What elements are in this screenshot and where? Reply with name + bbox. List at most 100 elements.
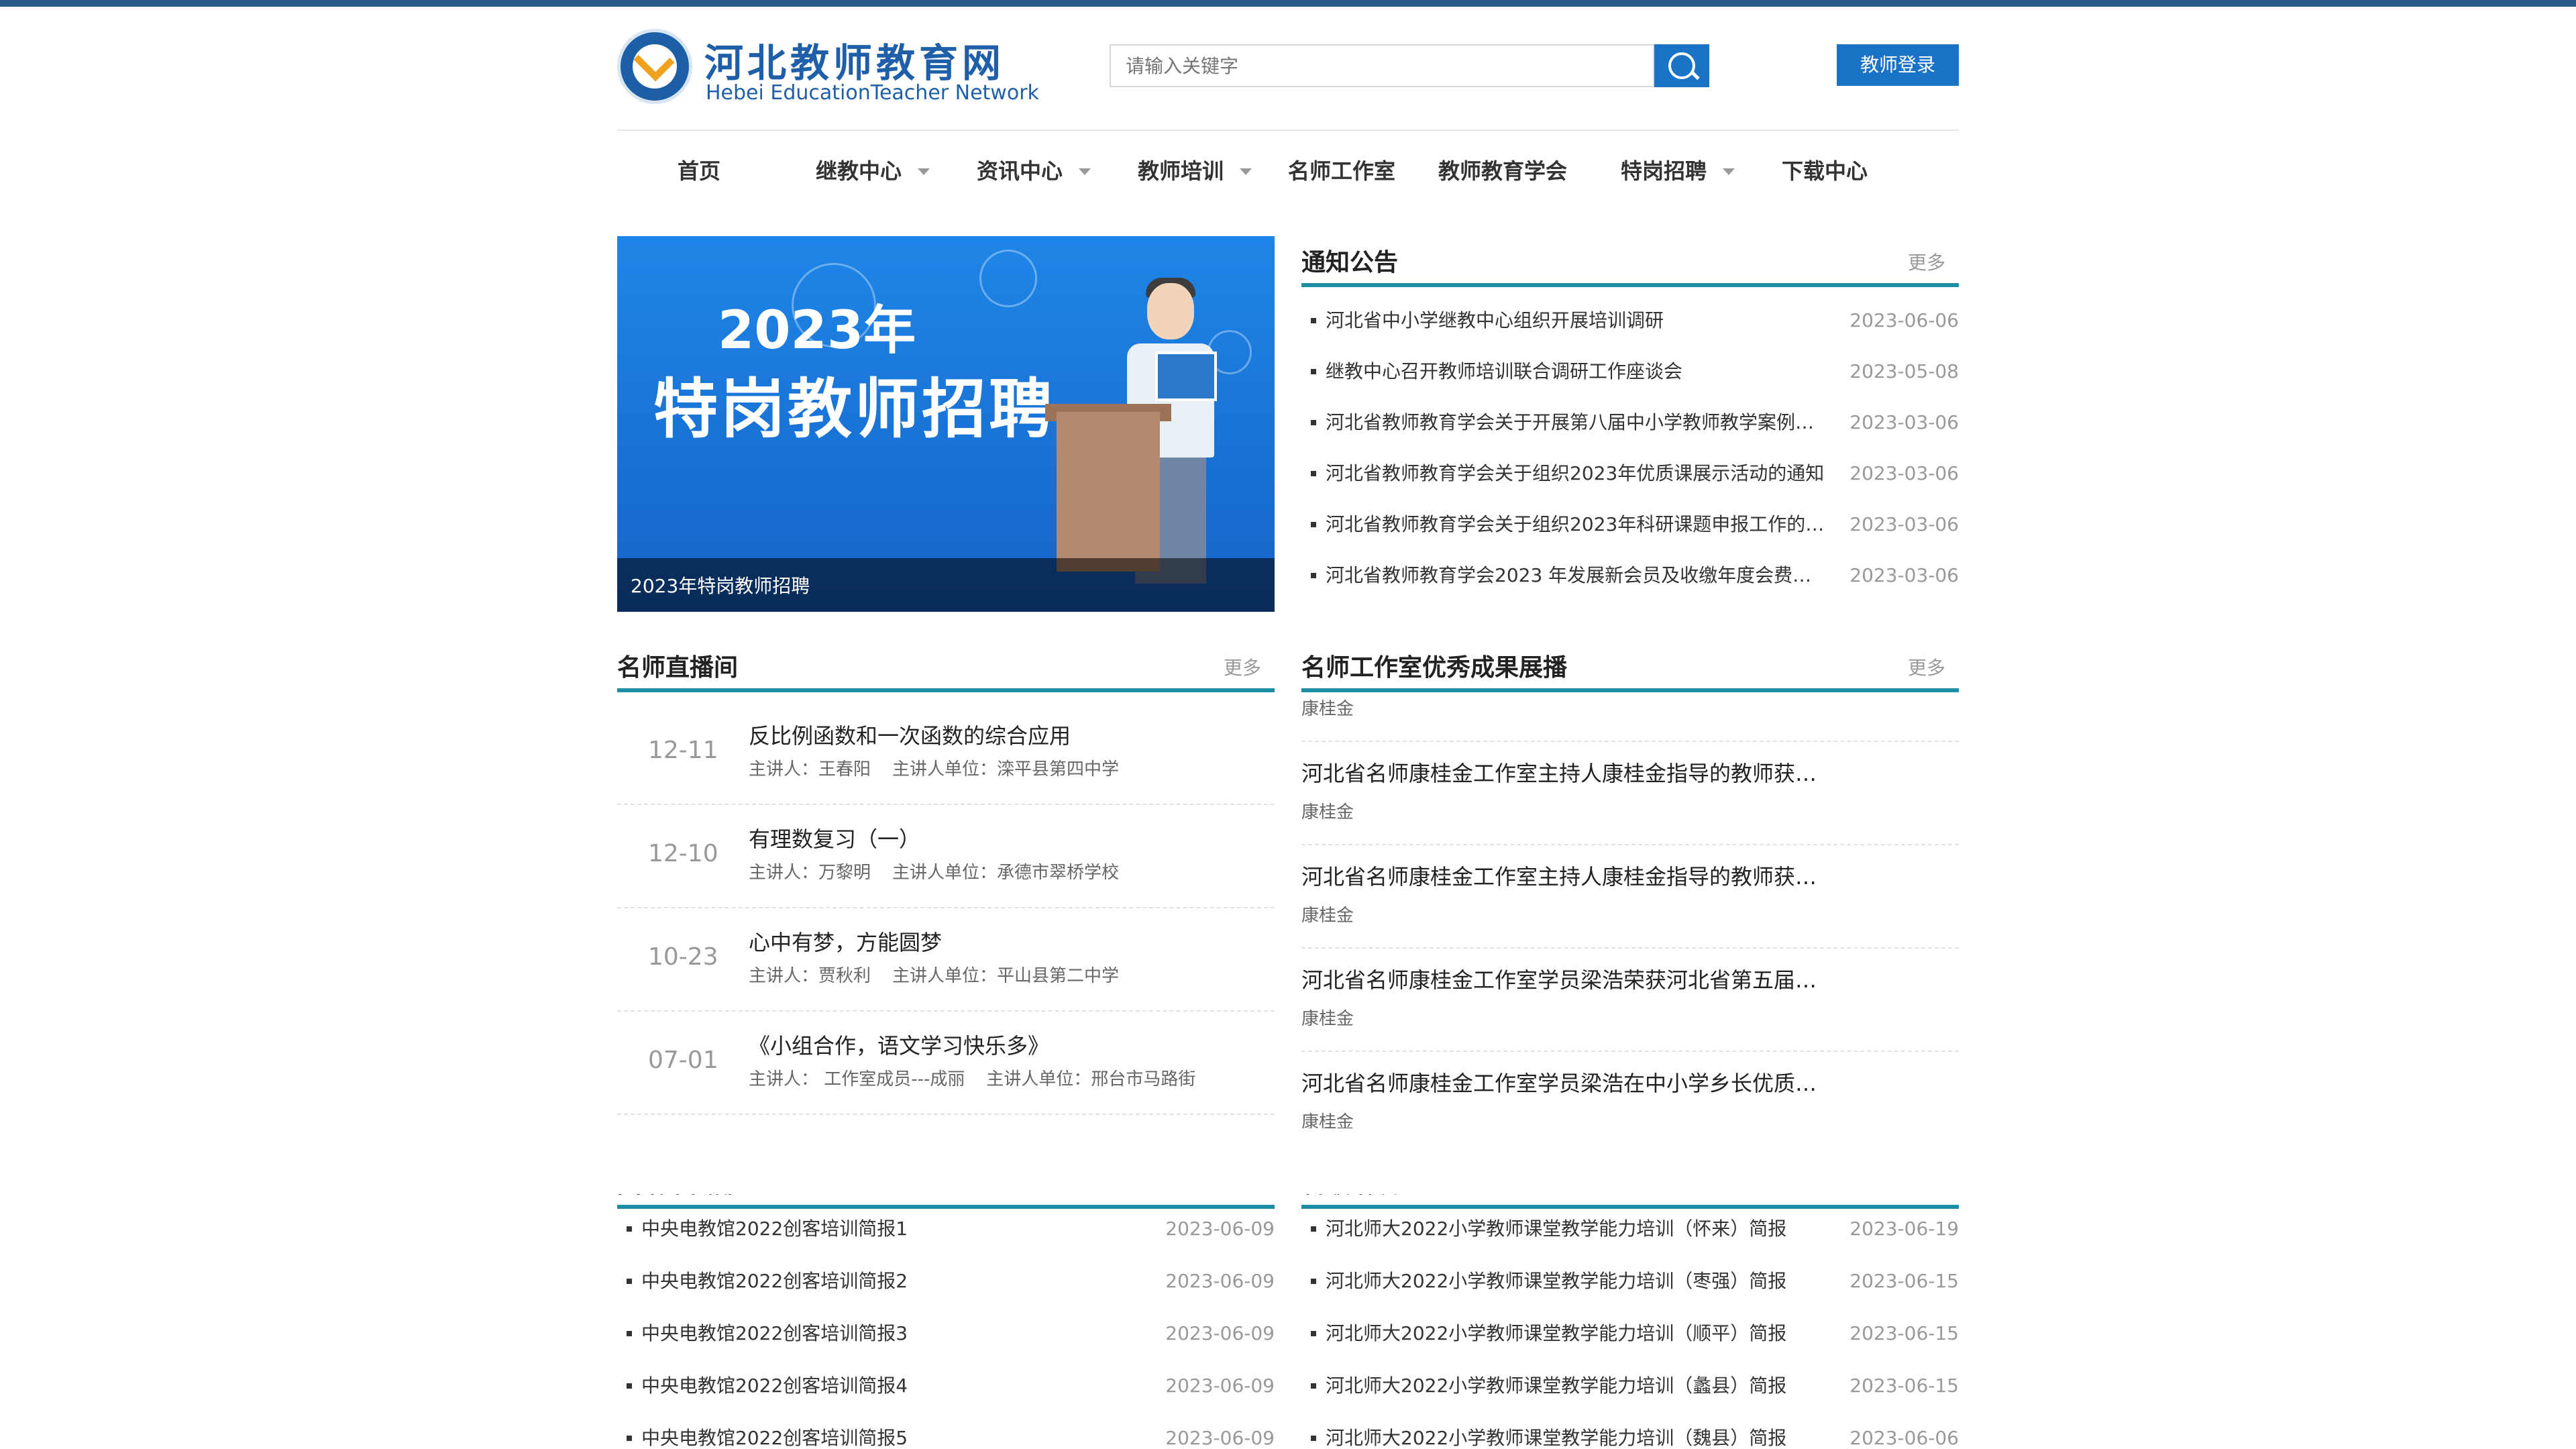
live-item[interactable]: 10-23 心中有梦，方能圆梦 主讲人：贾秋利 主讲人单位：平山县第二中学	[617, 907, 1275, 1012]
list-item[interactable]: 河北省名师康桂金工作室学员梁浩荣获河北省第五届… 康桂金	[1301, 947, 1959, 1052]
live-more-link[interactable]: 更多	[1224, 653, 1261, 680]
national-row[interactable]: 中央电教馆2022创客培训简报5 2023-06-09	[617, 1413, 1275, 1449]
notice-row[interactable]: 河北省中小学继教中心组织开展培训调研 2023-06-06	[1301, 295, 1959, 346]
search-box	[1110, 44, 1709, 87]
list-item[interactable]: 河北省名师康桂金工作室主持人康桂金指导的教师获… 康桂金	[1301, 741, 1959, 845]
bullet-icon	[627, 1226, 632, 1232]
list-item-title[interactable]: 河北省教师教育学会关于开展第八届中小学教师教学案例…	[1326, 397, 1829, 448]
book-icon	[1155, 352, 1217, 401]
live-item-unit: 主讲人单位：邢台市马路街	[986, 1069, 1196, 1089]
live-item-title[interactable]: 有理数复习（一）	[749, 822, 920, 853]
national-row[interactable]: 中央电教馆2022创客培训简报4 2023-06-09	[617, 1360, 1275, 1411]
list-item-title[interactable]: 继教中心召开教师培训联合调研工作座谈会	[1326, 346, 1829, 397]
list-item-title[interactable]: 中央电教馆2022创客培训简报2	[641, 1256, 1111, 1307]
podium-illustration	[1057, 412, 1160, 572]
notice-row[interactable]: 河北省教师教育学会关于开展第八届中小学教师教学案例… 2023-03-06	[1301, 397, 1959, 448]
list-item-date: 2023-06-09	[1165, 1218, 1275, 1240]
list-item-title[interactable]: 河北师大2022小学教师课堂教学能力培训（枣强）简报	[1326, 1256, 1835, 1307]
list-item-date: 2023-03-06	[1849, 513, 1959, 535]
national-row[interactable]: 中央电教馆2022创客培训简报1 2023-06-09	[617, 1203, 1275, 1254]
live-item[interactable]: 07-01 《小组合作，语文学习快乐多》 主讲人： 工作室成员---成丽 主讲人单位：…	[617, 1010, 1275, 1115]
nav-item-downloads[interactable]: 下载中心	[1782, 131, 1868, 211]
bullet-icon	[1311, 1383, 1316, 1389]
live-item-unit: 主讲人单位：滦平县第四中学	[892, 759, 1120, 780]
nav-item-teacher-training[interactable]: 教师培训	[1138, 131, 1224, 211]
nav-item-continuing-education[interactable]: 继教中心	[816, 131, 902, 211]
site-logo[interactable]: 河北教师教育网 Hebei EducationTeacher Network	[617, 29, 1046, 113]
notices-more-link[interactable]: 更多	[1908, 248, 1945, 275]
live-item[interactable]: 12-10 有理数复习（一） 主讲人：万黎明 主讲人单位：承德市翠桥学校	[617, 804, 1275, 908]
achievement-author: 康桂金	[1301, 802, 1354, 822]
banner-slide[interactable]: 2023年 特岗教师招聘 2023年特岗教师招聘	[617, 236, 1275, 612]
national-row[interactable]: 中央电教馆2022创客培训简报2 2023-06-09	[617, 1256, 1275, 1307]
list-item[interactable]: 河北省名师康桂金工作室学员梁浩在中小学乡长优质… 康桂金	[1301, 1051, 1959, 1128]
list-item-date: 2023-06-09	[1165, 1375, 1275, 1397]
national-more-link[interactable]: 更多	[1224, 1194, 1261, 1197]
achievement-title[interactable]: 河北省名师康桂金工作室学员梁浩荣获河北省第五届…	[1301, 963, 1838, 994]
bullet-icon	[627, 1331, 632, 1336]
banner-year: 2023年	[718, 301, 916, 361]
provincial-more-link[interactable]: 更多	[1908, 1194, 1945, 1197]
teacher-login-button[interactable]: 教师登录	[1837, 44, 1959, 86]
list-item-title[interactable]: 河北省教师教育学会关于组织2023年科研课题申报工作的…	[1326, 499, 1829, 550]
provincial-row[interactable]: 河北师大2022小学教师课堂教学能力培训（蠡县）简报 2023-06-15	[1301, 1360, 1959, 1411]
achievement-title[interactable]: 河北省名师康桂金工作室主持人康桂金指导的教师获…	[1301, 757, 1838, 788]
national-row[interactable]: 中央电教馆2022创客培训简报3 2023-06-09	[617, 1308, 1275, 1359]
bullet-icon	[1311, 1226, 1316, 1232]
list-item-date: 2023-03-06	[1849, 564, 1959, 586]
nav-item-master-studio[interactable]: 名师工作室	[1288, 131, 1395, 211]
list-item-date: 2023-06-15	[1849, 1375, 1959, 1397]
provincial-row[interactable]: 河北师大2022小学教师课堂教学能力培训（怀来）简报 2023-06-19	[1301, 1203, 1959, 1254]
list-item-title[interactable]: 河北师大2022小学教师课堂教学能力培训（蠡县）简报	[1326, 1360, 1835, 1411]
nav-item-special-recruitment[interactable]: 特岗招聘	[1621, 131, 1707, 211]
header: 河北教师教育网 Hebei EducationTeacher Network 教…	[617, 7, 1959, 131]
list-item-date: 2023-06-09	[1165, 1427, 1275, 1449]
achievement-title[interactable]: 河北省名师康桂金工作室主持人康桂金指导的教师获…	[1301, 860, 1838, 891]
main-nav: 首页 继教中心 资讯中心 教师培训 名师工作室 教师教育学会 特岗招聘 下载中心	[617, 129, 1959, 211]
notice-row[interactable]: 继教中心召开教师培训联合调研工作座谈会 2023-05-08	[1301, 346, 1959, 397]
provincial-row[interactable]: 河北师大2022小学教师课堂教学能力培训（魏县）简报 2023-06-06	[1301, 1413, 1959, 1449]
list-item-title[interactable]: 河北师大2022小学教师课堂教学能力培训（怀来）简报	[1326, 1203, 1835, 1254]
list-item-title[interactable]: 河北省教师教育学会关于组织2023年优质课展示活动的通知	[1326, 448, 1829, 499]
list-item-title[interactable]: 河北省教师教育学会2023 年发展新会员及收缴年度会费…	[1326, 550, 1829, 601]
bullet-icon	[627, 1436, 632, 1441]
live-item-date: 12-10	[648, 840, 718, 867]
bullet-icon	[1311, 1436, 1316, 1441]
achievement-title[interactable]: 河北省名师康桂金工作室学员梁浩在中小学乡长优质…	[1301, 1067, 1838, 1097]
live-item-date: 12-11	[648, 737, 718, 764]
list-item-title[interactable]: 中央电教馆2022创客培训简报4	[641, 1360, 1111, 1411]
banner-title: 特岗教师招聘	[653, 372, 1056, 447]
list-item[interactable]: 河北省名师康桂金工作室主持人康桂金指导的教师获… 康桂金	[1301, 844, 1959, 949]
notice-row[interactable]: 河北省教师教育学会关于组织2023年优质课展示活动的通知 2023-03-06	[1301, 448, 1959, 499]
banner-caption[interactable]: 2023年特岗教师招聘	[631, 572, 810, 598]
list-item[interactable]: 康桂金	[1301, 691, 1959, 742]
list-item-title[interactable]: 河北师大2022小学教师课堂教学能力培训（顺平）简报	[1326, 1308, 1835, 1359]
banner-decoration	[979, 250, 1037, 307]
list-item-title[interactable]: 河北省中小学继教中心组织开展培训调研	[1326, 295, 1829, 346]
list-item-title[interactable]: 中央电教馆2022创客培训简报1	[641, 1203, 1111, 1254]
nav-item-home[interactable]: 首页	[678, 131, 720, 211]
live-item[interactable]: 12-11 反比例函数和一次函数的综合应用 主讲人：王春阳 主讲人单位：滦平县第四中学	[617, 700, 1275, 805]
logo-emblem-icon	[617, 29, 692, 104]
search-button[interactable]	[1654, 44, 1709, 87]
nav-item-teacher-association[interactable]: 教师教育学会	[1438, 131, 1567, 211]
live-item-speaker: 主讲人：万黎明	[749, 863, 871, 883]
list-item-title[interactable]: 中央电教馆2022创客培训简报3	[641, 1308, 1111, 1359]
live-item-title[interactable]: 心中有梦，方能圆梦	[749, 926, 942, 957]
notice-row[interactable]: 河北省教师教育学会2023 年发展新会员及收缴年度会费… 2023-03-06	[1301, 550, 1959, 601]
live-item-title[interactable]: 《小组合作，语文学习快乐多》	[749, 1029, 1049, 1060]
provincial-row[interactable]: 河北师大2022小学教师课堂教学能力培训（顺平）简报 2023-06-15	[1301, 1308, 1959, 1359]
notice-row[interactable]: 河北省教师教育学会关于组织2023年科研课题申报工作的… 2023-03-06	[1301, 499, 1959, 550]
search-input[interactable]	[1110, 44, 1654, 87]
live-title: 名师直播间	[617, 654, 739, 682]
live-item-meta: 主讲人：贾秋利 主讲人单位：平山县第二中学	[749, 962, 1119, 987]
list-item-date: 2023-06-15	[1849, 1270, 1959, 1292]
bottom-sections: 国培中西部 更多 省级培训 更多 中央电教馆2022创客培训简报1 2023-06…	[0, 1194, 2576, 1449]
achievements-more-link[interactable]: 更多	[1908, 653, 1945, 680]
live-item-unit: 主讲人单位：平山县第二中学	[892, 966, 1120, 986]
nav-item-news[interactable]: 资讯中心	[977, 131, 1063, 211]
list-item-title[interactable]: 中央电教馆2022创客培训简报5	[641, 1413, 1111, 1449]
provincial-row[interactable]: 河北师大2022小学教师课堂教学能力培训（枣强）简报 2023-06-15	[1301, 1256, 1959, 1307]
live-item-title[interactable]: 反比例函数和一次函数的综合应用	[749, 719, 1071, 750]
list-item-title[interactable]: 河北师大2022小学教师课堂教学能力培训（魏县）简报	[1326, 1413, 1835, 1449]
